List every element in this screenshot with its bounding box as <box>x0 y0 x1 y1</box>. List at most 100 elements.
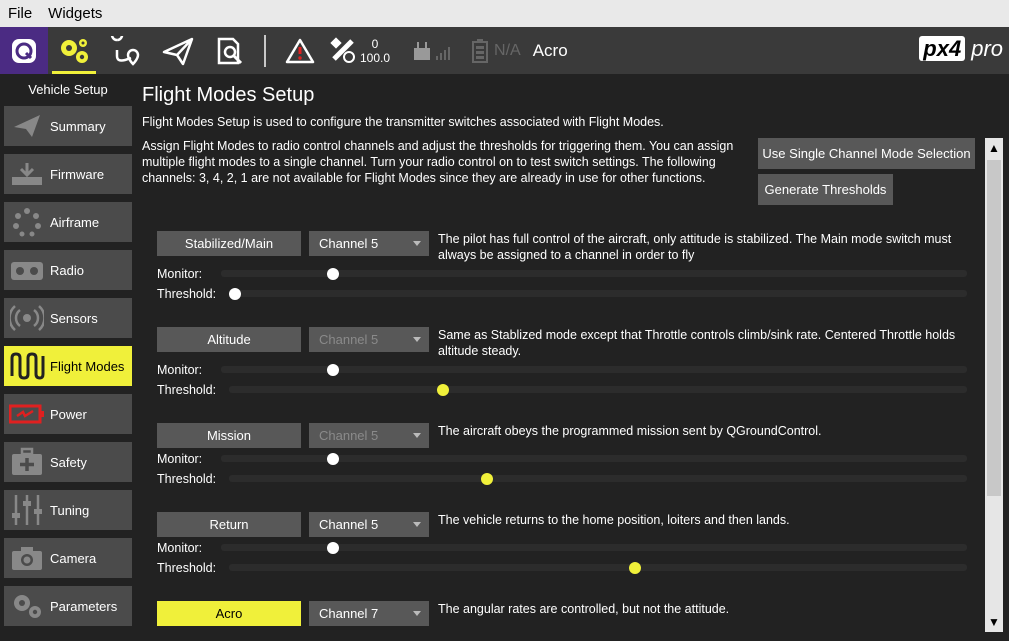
mode-description: The vehicle returns to the home position… <box>438 513 790 527</box>
gps-satellite-icon <box>330 36 355 63</box>
sidebar-item-sensors[interactable]: Sensors <box>4 298 132 338</box>
threshold-knob[interactable] <box>628 561 641 574</box>
gears-icon <box>4 591 50 621</box>
threshold-label: Threshold: <box>157 383 217 397</box>
sidebar-item-safety[interactable]: Safety <box>4 442 132 482</box>
chevron-down-icon <box>413 522 421 527</box>
qgroundcontrol-icon[interactable] <box>0 27 48 74</box>
channel-value: Channel 5 <box>319 332 379 347</box>
vertical-scrollbar[interactable]: ▲ ▼ <box>985 138 1003 632</box>
monitor-track <box>221 363 967 376</box>
sidebar-item-label: Airframe <box>50 214 100 230</box>
gps-satellite-count: 0 <box>371 36 379 51</box>
monitor-label: Monitor: <box>157 541 203 555</box>
scroll-thumb[interactable] <box>987 160 1001 496</box>
channel-select[interactable]: Channel 7 <box>309 601 429 626</box>
monitor-track <box>221 452 967 465</box>
wave-icon <box>4 352 50 380</box>
mode-name-button[interactable]: Stabilized/Main <box>157 231 301 256</box>
mode-name-button[interactable]: Mission <box>157 423 301 448</box>
sidebar-item-flight-modes[interactable]: Flight Modes <box>4 346 132 386</box>
battery-status[interactable]: N/A <box>472 38 521 63</box>
mode-name-button[interactable]: Return <box>157 512 301 537</box>
airframe-icon <box>4 207 50 237</box>
mode-block-stabilized: Stabilized/Main Channel 5 The pilot has … <box>157 231 967 311</box>
channel-select[interactable]: Channel 5 <box>309 512 429 537</box>
threshold-slider[interactable] <box>229 561 967 574</box>
paper-plane-icon <box>4 113 50 139</box>
threshold-label: Threshold: <box>157 472 217 486</box>
sidebar-item-power[interactable]: Power <box>4 394 132 434</box>
sidebar-item-label: Summary <box>50 118 106 134</box>
sidebar-item-camera[interactable]: Camera <box>4 538 132 578</box>
chevron-down-icon <box>413 611 421 616</box>
sensors-icon <box>4 303 50 333</box>
camera-icon <box>4 545 50 571</box>
chevron-down-icon <box>413 337 421 342</box>
sidebar-item-label: Camera <box>50 550 97 566</box>
channel-value: Channel 7 <box>319 606 379 621</box>
monitor-knob <box>326 541 339 554</box>
channel-select[interactable]: Channel 5 <box>309 327 429 352</box>
battery-power-icon <box>4 404 50 424</box>
menu-bar: File Widgets <box>0 0 1009 27</box>
sidebar-item-radio[interactable]: Radio <box>4 250 132 290</box>
scroll-up-icon[interactable]: ▲ <box>985 138 1003 158</box>
generate-thresholds-button[interactable]: Generate Thresholds <box>758 174 893 205</box>
sidebar-title: Vehicle Setup <box>28 82 108 97</box>
vehicle-setup-gears-icon[interactable] <box>48 27 100 74</box>
threshold-slider[interactable] <box>229 383 967 396</box>
scroll-down-icon[interactable]: ▼ <box>985 612 1003 632</box>
menu-widgets[interactable]: Widgets <box>40 5 110 22</box>
sidebar-item-label: Power <box>50 406 87 422</box>
sidebar-item-airframe[interactable]: Airframe <box>4 202 132 242</box>
mode-block-mission: Mission Channel 5 The aircraft obeys the… <box>157 423 967 493</box>
sidebar-item-label: Firmware <box>50 166 105 182</box>
warning-icon[interactable] <box>274 27 326 74</box>
sidebar-item-label: Radio <box>50 262 84 278</box>
sidebar-item-label: Parameters <box>50 598 118 614</box>
mode-description: The pilot has full control of the aircra… <box>438 232 952 262</box>
page-title: Flight Modes Setup <box>142 84 315 106</box>
sidebar-item-summary[interactable]: Summary <box>4 106 132 146</box>
battery-icon <box>472 38 489 63</box>
monitor-label: Monitor: <box>157 267 203 281</box>
pro-logo-text: pro <box>971 36 1003 61</box>
analyze-icon[interactable] <box>204 27 256 74</box>
threshold-knob[interactable] <box>437 383 450 396</box>
sidebar-item-firmware[interactable]: Firmware <box>4 154 132 194</box>
channel-select[interactable]: Channel 5 <box>309 423 429 448</box>
threshold-slider[interactable] <box>229 287 967 300</box>
fly-paper-plane-icon[interactable] <box>152 27 204 74</box>
sidebar-item-parameters[interactable]: Parameters <box>4 586 132 626</box>
mode-name-button[interactable]: Acro <box>157 601 301 626</box>
sliders-icon <box>4 493 50 527</box>
monitor-label: Monitor: <box>157 363 203 377</box>
monitor-knob <box>326 363 339 376</box>
flight-mode-indicator[interactable]: Acro <box>533 41 568 61</box>
menu-file[interactable]: File <box>0 5 40 22</box>
plan-route-icon[interactable] <box>100 27 152 74</box>
threshold-slider[interactable] <box>229 472 967 485</box>
threshold-label: Threshold: <box>157 561 217 575</box>
mode-block-altitude: Altitude Channel 5 Same as Stablized mod… <box>157 327 967 407</box>
assign-instructions: Assign Flight Modes to radio control cha… <box>142 139 734 185</box>
mode-description: Same as Stablized mode except that Throt… <box>438 328 956 358</box>
mode-description: The aircraft obeys the programmed missio… <box>438 424 822 438</box>
first-aid-icon <box>4 447 50 477</box>
threshold-knob[interactable] <box>481 472 494 485</box>
channel-select[interactable]: Channel 5 <box>309 231 429 256</box>
monitor-track <box>221 267 967 280</box>
rc-status[interactable] <box>412 40 452 62</box>
toolbar-separator <box>264 34 266 67</box>
gps-status[interactable]: 0 100.0 <box>330 37 390 65</box>
sidebar-item-label: Safety <box>50 454 87 470</box>
channel-value: Channel 5 <box>319 236 379 251</box>
single-channel-mode-button[interactable]: Use Single Channel Mode Selection <box>758 138 975 169</box>
channel-value: Channel 5 <box>319 517 379 532</box>
mode-name-button[interactable]: Altitude <box>157 327 301 352</box>
sidebar-item-label: Flight Modes <box>50 358 125 374</box>
threshold-knob[interactable] <box>229 287 241 300</box>
sidebar-item-tuning[interactable]: Tuning <box>4 490 132 530</box>
threshold-label: Threshold: <box>157 287 217 301</box>
